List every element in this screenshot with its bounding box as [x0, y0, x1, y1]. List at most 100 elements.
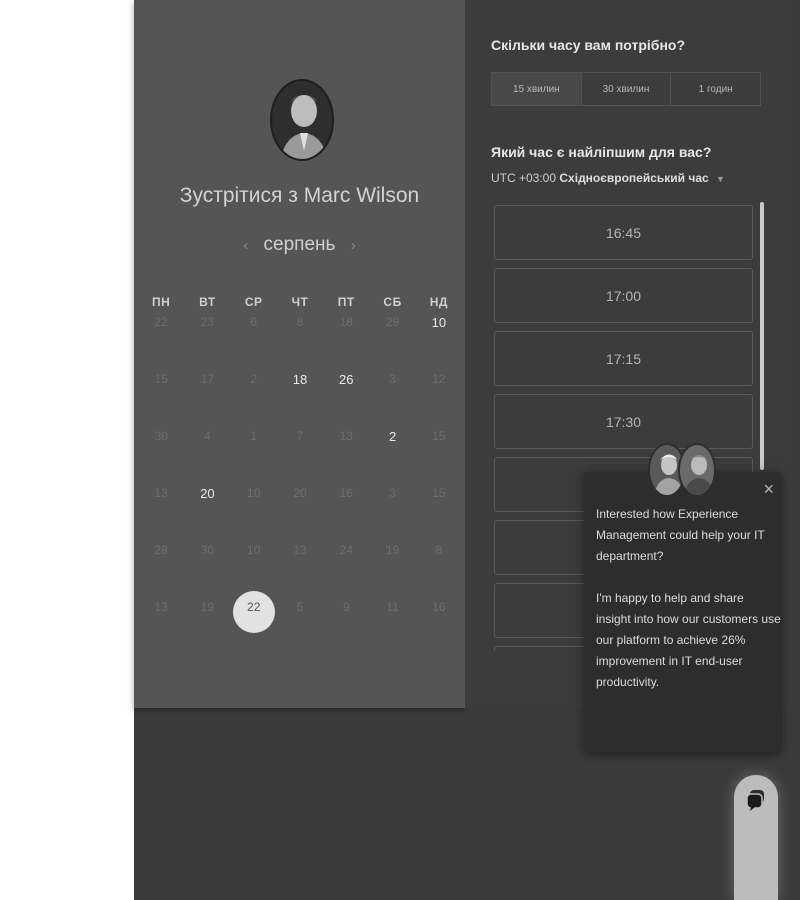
page-margin — [0, 0, 134, 900]
calendar-day: 13 — [138, 486, 184, 543]
calendar-day: 18 — [323, 315, 369, 372]
calendar-day: 24 — [323, 543, 369, 600]
calendar-day: 3 — [369, 486, 415, 543]
calendar-day-number: 15 — [154, 372, 168, 386]
calendar-day: 2 — [231, 372, 277, 429]
weekday-label: ПН — [151, 295, 171, 309]
calendar-day[interactable]: 18 — [277, 372, 323, 429]
calendar-day-number: 18 — [339, 315, 353, 329]
calendar-day: 7 — [277, 429, 323, 486]
calendar-day-number: 4 — [204, 429, 211, 443]
calendar-day: 19 — [184, 600, 230, 657]
calendar-day-number: 15 — [432, 486, 446, 500]
calendar-day-number: 24 — [339, 543, 353, 557]
calendar-day: 30 — [138, 429, 184, 486]
time-slot-button[interactable]: 17:30 — [494, 394, 753, 449]
weekday-label: ВТ — [199, 295, 216, 309]
weekday-label: СБ — [383, 295, 402, 309]
chat-launcher-button[interactable] — [734, 775, 778, 900]
agent-avatars — [648, 443, 720, 497]
page: Зустрітися з Marc Wilson ‹ серпень › ПН В… — [0, 0, 800, 900]
calendar-day: 16 — [416, 600, 462, 657]
calendar-day: 17 — [184, 372, 230, 429]
calendar-week: 28 30 10 13 24 19 8 — [138, 543, 462, 600]
chevron-left-icon[interactable]: ‹ — [243, 237, 248, 254]
time-slot-button[interactable]: 17:00 — [494, 268, 753, 323]
weekday-label: НД — [429, 295, 448, 309]
calendar-day-number: 30 — [154, 429, 168, 443]
calendar-day-number: 17 — [200, 372, 215, 386]
time-slot-scrollbar[interactable] — [760, 202, 764, 470]
calendar-day-number: 16 — [339, 486, 353, 500]
calendar-day-number: 22 — [247, 600, 261, 614]
calendar-day-selected[interactable]: 22 — [231, 600, 277, 657]
calendar-day-number: 29 — [385, 315, 400, 329]
calendar-day[interactable]: 2 — [369, 429, 415, 486]
calendar-day-number: 9 — [342, 600, 350, 614]
weekday-label: ЧТ — [291, 295, 309, 309]
calendar-day-number: 10 — [431, 315, 447, 330]
calendar-day: 13 — [277, 543, 323, 600]
calendar-day[interactable]: 10 — [416, 315, 462, 372]
timezone-selector[interactable]: UTC +03:00 Східноєвропейський час ▼ — [491, 171, 725, 185]
calendar-day[interactable]: 26 — [323, 372, 369, 429]
calendar-day-number: 7 — [296, 429, 304, 443]
calendar-day-number: 19 — [200, 600, 215, 614]
calendar-day: 1 — [231, 429, 277, 486]
duration-option[interactable]: 30 хвилин — [582, 73, 672, 105]
calendar-day-number: 13 — [154, 486, 168, 500]
calendar-day: 15 — [138, 372, 184, 429]
calendar-day-number: 28 — [154, 543, 168, 557]
calendar-day: 4 — [184, 429, 230, 486]
calendar-day-number: 2 — [250, 372, 258, 386]
duration-option[interactable]: 1 годин — [671, 73, 760, 105]
calendar-days: 22 23 6 8 18 29 10 15 17 2 18 26 3 12 30 4 1 7 13 2 15 13 20 10… — [138, 315, 462, 657]
calendar-day: 19 — [369, 543, 415, 600]
calendar-day: 9 — [323, 600, 369, 657]
calendar-day-number: 10 — [247, 543, 261, 557]
calendar-day-number: 23 — [200, 315, 215, 329]
calendar-day-number: 2 — [388, 429, 397, 444]
host-avatar — [270, 79, 334, 161]
calendar-day-number: 10 — [247, 486, 261, 500]
calendar-day[interactable]: 20 — [184, 486, 230, 543]
chevron-right-icon[interactable]: › — [351, 237, 356, 254]
calendar-day-number: 30 — [200, 543, 215, 557]
timezone-offset: UTC +03:00 — [491, 171, 557, 185]
calendar-day: 20 — [277, 486, 323, 543]
calendar-day-number: 12 — [432, 372, 446, 386]
calendar-week: 15 17 2 18 26 3 12 — [138, 372, 462, 429]
calendar-day-number: 13 — [339, 429, 353, 443]
duration-option[interactable]: 15 хвилин — [492, 73, 582, 105]
calendar-week: 13 20 10 20 16 3 15 — [138, 486, 462, 543]
calendar-week: 22 23 6 8 18 29 10 — [138, 315, 462, 372]
calendar-day: 22 — [138, 315, 184, 372]
calendar-day-number: 19 — [385, 543, 400, 557]
calendar-day-number: 20 — [200, 486, 215, 501]
calendar-day-number: 3 — [389, 486, 396, 500]
calendar-day: 10 — [231, 486, 277, 543]
month-label: серпень — [263, 234, 336, 255]
close-icon[interactable]: × — [763, 480, 774, 498]
calendar-day: 5 — [277, 600, 323, 657]
calendar-grid: ПН ВТ СР ЧТ ПТ СБ НД 22 23 6 8 18 29 10 15 17 2 18 26 3 12 3… — [138, 295, 462, 657]
calendar-day-number: 13 — [293, 543, 307, 557]
calendar-day: 8 — [416, 543, 462, 600]
calendar-day-number: 20 — [293, 486, 307, 500]
agent-avatar-2 — [678, 443, 716, 497]
page-title: Зустрітися з Marc Wilson — [179, 184, 420, 207]
calendar-day: 8 — [277, 315, 323, 372]
calendar-day-number: 3 — [389, 372, 396, 386]
time-slot-button[interactable]: 17:15 — [494, 331, 753, 386]
calendar-day-number: 15 — [432, 429, 446, 443]
caret-down-icon: ▼ — [716, 174, 725, 184]
calendar-day-number: 18 — [292, 372, 308, 387]
weekday-header: ПН ВТ СР ЧТ ПТ СБ НД — [138, 295, 462, 315]
calendar-day-number: 6 — [250, 315, 258, 329]
calendar-day: 13 — [323, 429, 369, 486]
calendar-week: 13 19 22 5 9 11 16 — [138, 600, 462, 657]
calendar-day-number: 5 — [296, 600, 304, 614]
time-question: Який час є найліпшим для вас? — [491, 144, 712, 160]
calendar-day: 12 — [416, 372, 462, 429]
time-slot-button[interactable]: 16:45 — [494, 205, 753, 260]
